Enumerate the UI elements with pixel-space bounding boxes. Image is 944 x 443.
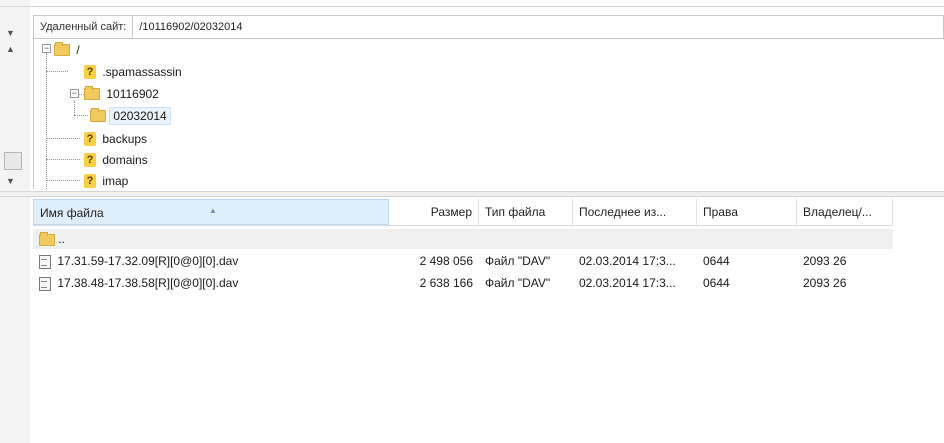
column-header-label: Имя файла [40, 206, 104, 220]
tree-item-spamassassin[interactable]: ? .spamassassin [84, 61, 185, 81]
left-panel-strip [0, 0, 30, 443]
parent-directory-label: .. [58, 232, 66, 246]
file-type: Файл "DAV" [485, 254, 551, 268]
column-header-label: Права [703, 205, 738, 219]
folder-icon [90, 107, 106, 122]
scroll-down-icon[interactable]: ▼ [6, 176, 15, 186]
tree-connector [46, 53, 47, 189]
tree-item-label: / [76, 42, 80, 57]
panel-splitter[interactable] [0, 191, 944, 197]
file-row[interactable]: 17.31.59-17.32.09[R][0@0][0].dav 2 498 0… [33, 251, 893, 271]
file-modified: 02.03.2014 17:3... [579, 254, 676, 268]
file-owner: 2093 26 [803, 276, 847, 290]
tree-connector [46, 159, 80, 160]
scroll-up-icon[interactable]: ▲ [6, 44, 15, 54]
sort-ascending-icon: ▲ [209, 206, 217, 215]
tree-item-domains[interactable]: ? domains [84, 149, 151, 169]
tree-item-02032014[interactable]: 02032014 [90, 105, 171, 125]
tree-connector [46, 138, 80, 139]
unknown-folder-icon: ? [84, 131, 96, 146]
tree-item-label: imap [102, 173, 129, 188]
scrollbar-thumb[interactable] [4, 152, 22, 170]
tree-item-label: domains [102, 152, 148, 167]
folder-icon [54, 41, 70, 56]
remote-site-bar: Удаленный сайт: /10116902/02032014 [33, 15, 944, 39]
file-modified: 02.03.2014 17:3... [579, 276, 676, 290]
tree-item-10116902[interactable]: 10116902 [84, 83, 162, 103]
remote-file-list: Имя файла ▲ Размер Тип файла Последнее и… [33, 199, 944, 443]
tree-connector [46, 71, 68, 72]
column-header-label: Последнее из... [579, 205, 667, 219]
file-row[interactable]: 17.38.48-17.38.58[R][0@0][0].dav 2 638 1… [33, 273, 893, 293]
file-permissions: 0644 [703, 276, 730, 290]
tree-item-label: 02032014 [109, 106, 171, 125]
tree-item-backups[interactable]: ? backups [84, 128, 150, 148]
column-header-size[interactable]: Размер [389, 199, 479, 225]
unknown-folder-icon: ? [84, 152, 96, 167]
file-name: 17.38.48-17.38.58[R][0@0][0].dav [57, 276, 239, 290]
column-header-modified[interactable]: Последнее из... [573, 199, 697, 225]
file-owner: 2093 26 [803, 254, 847, 268]
column-header-filename[interactable]: Имя файла ▲ [33, 199, 389, 225]
column-header-owner[interactable]: Владелец/... [797, 199, 893, 225]
collapse-toggle-icon[interactable]: − [70, 89, 79, 98]
tree-connector [74, 101, 75, 115]
tree-item-label: .spamassassin [102, 64, 182, 79]
column-header-label: Тип файла [485, 205, 546, 219]
file-size: 2 498 056 [419, 254, 473, 268]
top-divider [0, 6, 944, 7]
dropdown-arrow-icon[interactable]: ▼ [6, 28, 15, 38]
column-header-type[interactable]: Тип файла [479, 199, 573, 225]
collapse-toggle-icon[interactable]: − [42, 44, 51, 53]
tree-connector [74, 115, 88, 116]
remote-directory-tree: − / ? .spamassassin − 10116902 02032014 … [33, 39, 944, 189]
tree-item-label: backups [102, 131, 148, 146]
remote-site-label: Удаленный сайт: [34, 16, 134, 38]
file-list-header: Имя файла ▲ Размер Тип файла Последнее и… [33, 199, 893, 226]
remote-path-input[interactable]: /10116902/02032014 [133, 21, 248, 33]
file-size: 2 638 166 [419, 276, 473, 290]
file-permissions: 0644 [703, 254, 730, 268]
parent-directory-row[interactable]: .. [33, 229, 893, 249]
file-icon [39, 254, 51, 269]
column-header-label: Владелец/... [803, 205, 872, 219]
tree-item-root[interactable]: / [54, 39, 83, 59]
tree-connector [46, 180, 80, 181]
unknown-folder-icon: ? [84, 64, 96, 79]
tree-item-imap[interactable]: ? imap [84, 170, 131, 190]
file-name: 17.31.59-17.32.09[R][0@0][0].dav [57, 254, 239, 268]
column-header-permissions[interactable]: Права [697, 199, 797, 225]
unknown-folder-icon: ? [84, 173, 96, 188]
file-type: Файл "DAV" [485, 276, 551, 290]
tree-item-label: 10116902 [106, 86, 159, 101]
folder-icon [39, 231, 55, 246]
column-header-label: Размер [430, 205, 472, 219]
file-icon [39, 276, 51, 291]
folder-icon [84, 85, 100, 100]
